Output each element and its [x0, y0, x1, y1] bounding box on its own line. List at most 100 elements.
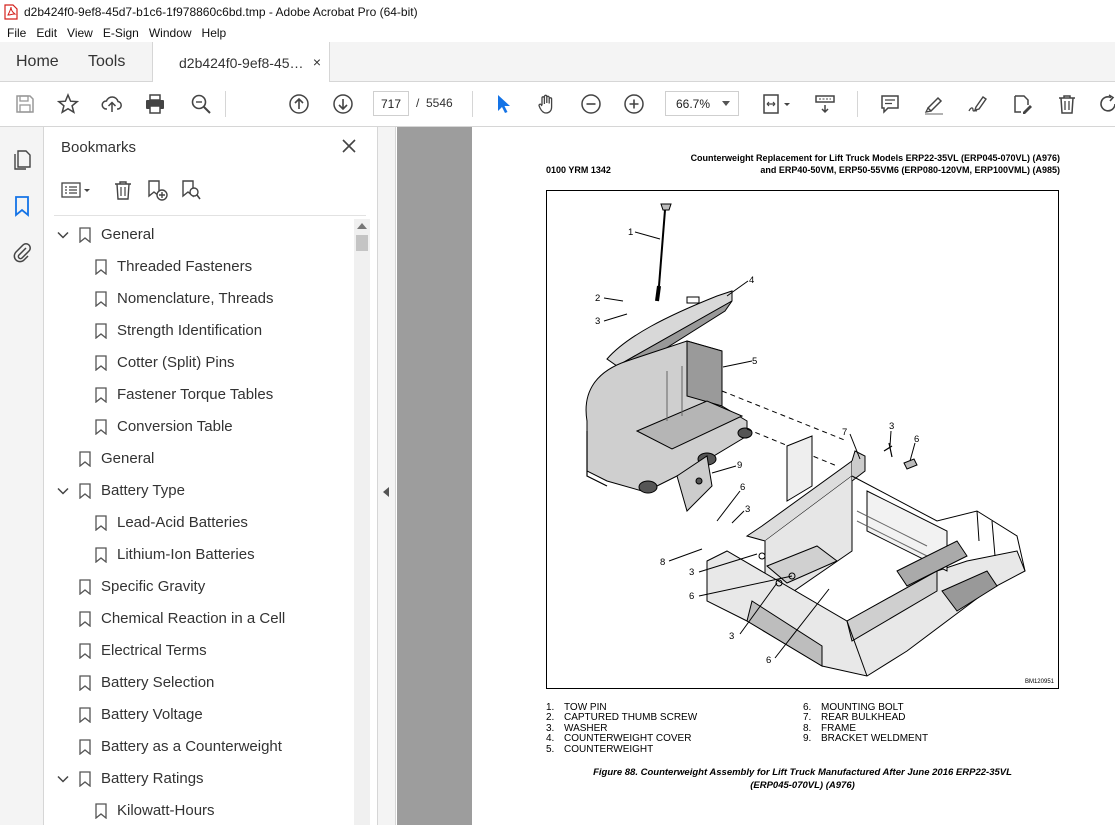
callout-6: 6: [689, 591, 694, 602]
bookmark-label: Nomenclature, Threads: [117, 290, 274, 307]
bookmark-label: Battery Selection: [101, 674, 215, 691]
bookmark-item[interactable]: Specific Gravity: [44, 571, 350, 603]
chevron-down-icon: [722, 101, 730, 106]
bookmark-item[interactable]: Battery as a Counterweight: [44, 731, 350, 763]
bookmark-label: Lithium-Ion Batteries: [117, 546, 255, 563]
page-header-right-line1: Counterweight Replacement for Lift Truck…: [690, 153, 1060, 163]
bookmark-label: Strength Identification: [117, 322, 263, 339]
bookmark-label: Conversion Table: [117, 418, 233, 435]
title-bar: d2b424f0-9ef8-45d7-b1c6-1f978860c6bd.tmp…: [0, 0, 1115, 23]
print-icon[interactable]: [143, 92, 167, 116]
find-bookmark-icon[interactable]: [178, 177, 204, 203]
bookmarks-toolbar: [60, 177, 370, 205]
bookmark-item[interactable]: Lead-Acid Batteries: [44, 507, 350, 539]
toolbar-separator: [472, 91, 473, 117]
zoom-value: 66.7%: [676, 96, 711, 111]
menu-view[interactable]: View: [62, 26, 98, 40]
page-thumbnails-icon[interactable]: [10, 147, 34, 171]
bookmarks-panel-icon[interactable]: [10, 194, 34, 218]
menu-help[interactable]: Help: [197, 26, 232, 40]
bookmark-item[interactable]: Fastener Torque Tables: [44, 379, 350, 411]
page-up-icon[interactable]: [287, 92, 311, 116]
chevron-down-icon[interactable]: [57, 229, 69, 241]
menu-window[interactable]: Window: [144, 26, 197, 40]
scroll-up-arrow[interactable]: [357, 223, 367, 229]
chevron-down-icon[interactable]: [57, 773, 69, 785]
toolbar-separator: [857, 91, 858, 117]
zoom-out-icon[interactable]: [579, 92, 603, 116]
fit-page-icon[interactable]: [760, 92, 794, 116]
bookmark-item[interactable]: Battery Ratings: [44, 763, 350, 795]
legend-item: 5. COUNTERWEIGHT: [546, 743, 654, 755]
panel-splitter[interactable]: [378, 127, 396, 825]
acrobat-pdf-icon: [4, 3, 18, 20]
bookmark-label: Threaded Fasteners: [117, 258, 253, 275]
delete-icon[interactable]: [1055, 92, 1079, 116]
sign-icon[interactable]: [966, 92, 990, 116]
zoom-in-icon[interactable]: [622, 92, 646, 116]
bookmark-ribbon-icon: [79, 611, 91, 627]
bookmark-item[interactable]: General: [44, 443, 350, 475]
bookmarks-scrollbar[interactable]: [354, 219, 370, 825]
figure-legend-left: 1. TOW PIN 2. CAPTURED THUMB SCREW 3. WASHE…: [546, 702, 697, 755]
zoom-search-icon[interactable]: [189, 92, 213, 116]
tab-tools[interactable]: Tools: [88, 42, 125, 82]
bookmark-item[interactable]: Threaded Fasteners: [44, 251, 350, 283]
menu-file[interactable]: File: [2, 26, 31, 40]
bookmark-ribbon-icon: [95, 419, 107, 435]
bookmark-item[interactable]: Chemical Reaction in a Cell: [44, 603, 350, 635]
bookmark-item[interactable]: Battery Type: [44, 475, 350, 507]
bookmark-label: Electrical Terms: [101, 642, 207, 659]
bookmark-item[interactable]: General: [44, 219, 350, 251]
page-down-icon[interactable]: [331, 92, 355, 116]
collapse-panel-arrow-icon[interactable]: [383, 487, 389, 497]
bookmark-options-icon[interactable]: [60, 177, 96, 203]
delete-bookmark-icon[interactable]: [110, 177, 136, 203]
bookmark-label: General: [101, 450, 155, 467]
highlight-icon[interactable]: [922, 92, 946, 116]
bookmark-label: Battery as a Counterweight: [101, 738, 282, 755]
zoom-level-select[interactable]: 66.7%: [665, 91, 739, 116]
page-number-input[interactable]: 717: [373, 91, 409, 116]
bookmark-item[interactable]: Battery Voltage: [44, 699, 350, 731]
bookmark-label: Chemical Reaction in a Cell: [101, 610, 286, 627]
upload-icon[interactable]: [100, 92, 124, 116]
bookmark-ribbon-icon: [79, 643, 91, 659]
star-icon[interactable]: [56, 92, 80, 116]
new-bookmark-icon[interactable]: [144, 177, 170, 203]
bookmark-ribbon-icon: [95, 323, 107, 339]
menu-esign[interactable]: E-Sign: [98, 26, 144, 40]
tab-home[interactable]: Home: [16, 42, 59, 82]
bookmark-item[interactable]: Lithium-Ion Batteries: [44, 539, 350, 571]
document-viewer[interactable]: 0100 YRM 1342 Counterweight Replacement …: [397, 127, 1115, 825]
edit-pdf-icon[interactable]: [1010, 92, 1034, 116]
scroll-mode-icon[interactable]: [813, 92, 837, 116]
scroll-thumb[interactable]: [356, 235, 368, 251]
attachments-icon[interactable]: [10, 240, 34, 264]
bookmark-ribbon-icon: [79, 771, 91, 787]
comment-icon[interactable]: [878, 92, 902, 116]
page-header-left: 0100 YRM 1342: [546, 165, 611, 175]
bookmark-item[interactable]: Strength Identification: [44, 315, 350, 347]
hand-icon[interactable]: [535, 92, 559, 116]
chevron-down-icon[interactable]: [57, 485, 69, 497]
menu-edit[interactable]: Edit: [31, 26, 62, 40]
toolbar: 717 / 5546 66.7%: [0, 82, 1115, 127]
bookmark-item[interactable]: Nomenclature, Threads: [44, 283, 350, 315]
bookmark-item[interactable]: Battery Selection: [44, 667, 350, 699]
save-icon[interactable]: [13, 92, 37, 116]
bookmark-item[interactable]: Cotter (Split) Pins: [44, 347, 350, 379]
bookmark-item[interactable]: Kilowatt-Hours: [44, 795, 350, 825]
close-icon[interactable]: [340, 137, 358, 155]
bookmark-item[interactable]: Conversion Table: [44, 411, 350, 443]
tab-document[interactable]: d2b424f0-9ef8-45… ×: [152, 42, 330, 83]
callout-3: 3: [889, 421, 894, 432]
figure-legend-right: 6. MOUNTING BOLT 7. REAR BULKHEAD 8. FRAME …: [803, 702, 928, 745]
bookmark-item[interactable]: Electrical Terms: [44, 635, 350, 667]
bookmark-ribbon-icon: [95, 355, 107, 371]
bookmark-ribbon-icon: [95, 259, 107, 275]
divider: [54, 215, 366, 216]
rotate-icon[interactable]: [1097, 92, 1115, 116]
select-cursor-icon[interactable]: [491, 92, 515, 116]
tab-close-icon[interactable]: ×: [313, 54, 321, 70]
